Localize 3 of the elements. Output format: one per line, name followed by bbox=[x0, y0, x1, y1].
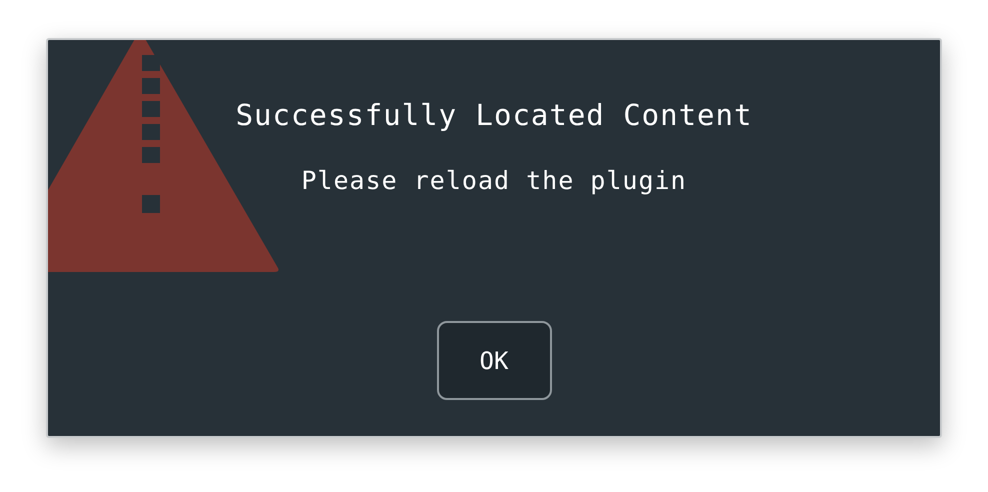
dialog-message: Please reload the plugin bbox=[301, 166, 687, 195]
ok-button[interactable]: OK bbox=[436, 321, 552, 400]
dialog-title: Successfully Located Content bbox=[236, 98, 752, 132]
